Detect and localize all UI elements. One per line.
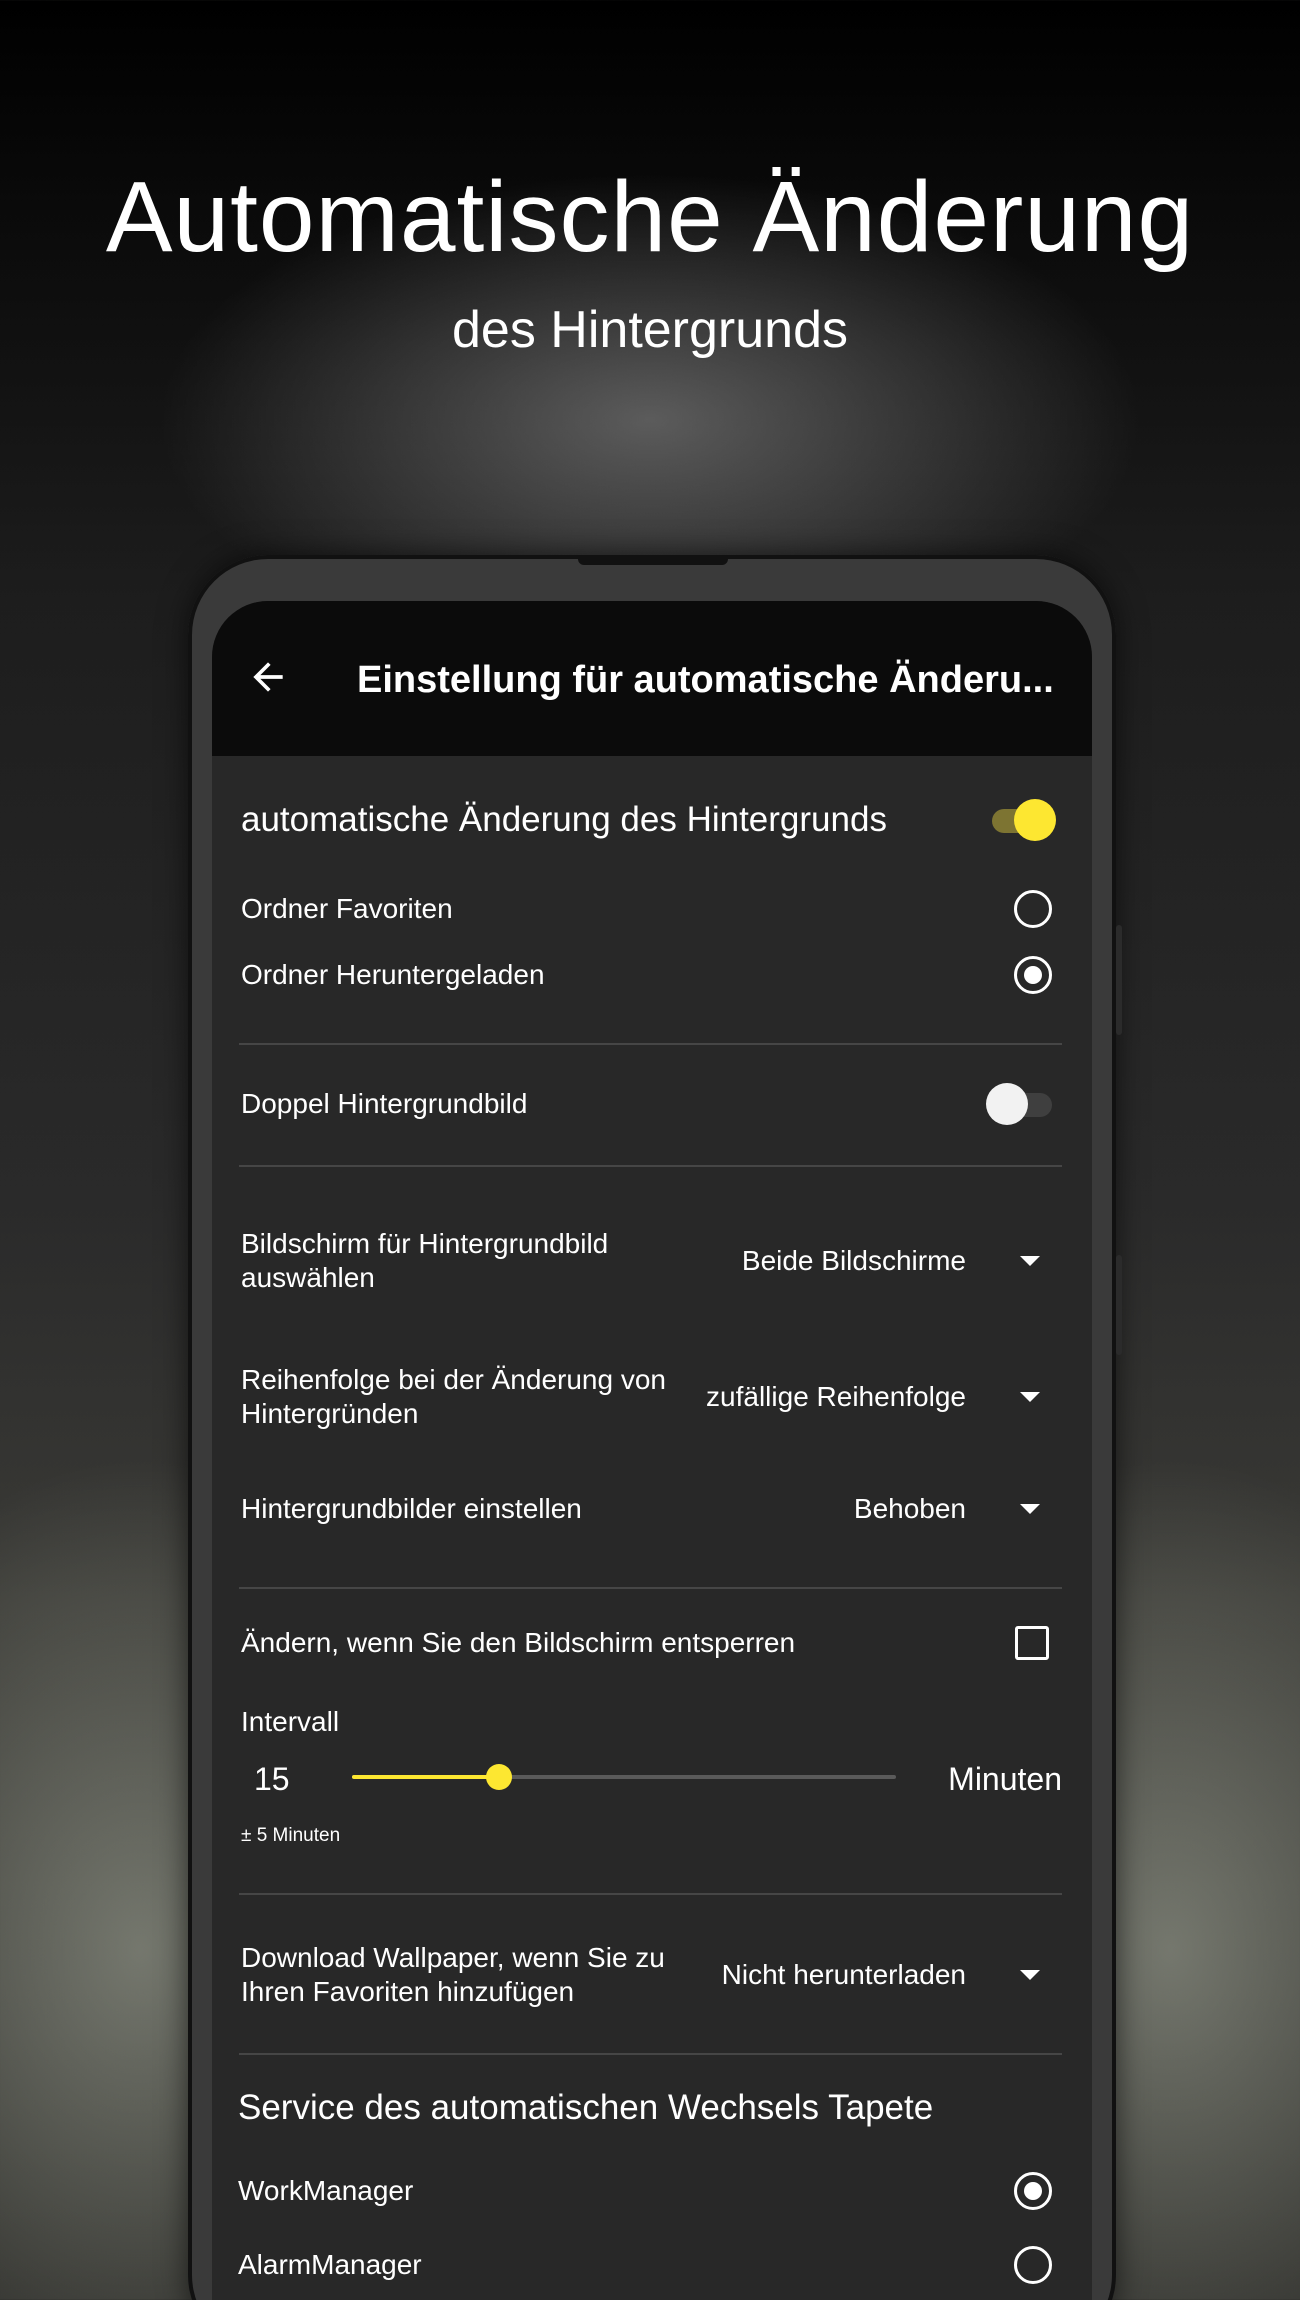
alarmmanager-radio[interactable] xyxy=(1014,2246,1052,2284)
screen-select-row[interactable]: Bildschirm für Hintergrundbild auswählen… xyxy=(212,1225,1092,1297)
download-select-label: Download Wallpaper, wenn Sie zu Ihren Fa… xyxy=(241,1942,665,2007)
download-select-value[interactable]: Nicht herunterladen xyxy=(722,1958,966,1992)
service-section-title: Service des automatischen Wechsels Tapet… xyxy=(238,2088,934,2127)
dropdown-arrow-icon[interactable] xyxy=(1020,1504,1040,1514)
screen-select-value[interactable]: Beide Bildschirme xyxy=(742,1244,966,1278)
dropdown-arrow-icon[interactable] xyxy=(1020,1392,1040,1402)
order-select-label: Reihenfolge bei der Änderung von Hinterg… xyxy=(241,1364,666,1429)
dropdown-arrow-icon[interactable] xyxy=(1020,1970,1040,1980)
service-option-alarmmanager[interactable]: AlarmManager xyxy=(212,2243,1092,2287)
interval-unit: Minuten xyxy=(948,1761,1062,1797)
phone-speaker xyxy=(578,555,728,565)
folder-option-label: Ordner Heruntergeladen xyxy=(241,959,545,990)
phone-side-button xyxy=(1116,1255,1122,1355)
auto-change-row[interactable]: automatische Änderung des Hintergrunds xyxy=(212,793,1092,849)
set-wallpapers-label: Hintergrundbilder einstellen xyxy=(241,1493,582,1524)
interval-label: Intervall xyxy=(241,1706,340,1737)
double-wallpaper-label: Doppel Hintergrundbild xyxy=(241,1088,528,1119)
folder-option-label: Ordner Favoriten xyxy=(241,893,453,924)
app-bar: Einstellung für automatische Änderu... xyxy=(212,601,1092,756)
divider xyxy=(239,1893,1062,1895)
auto-change-toggle[interactable] xyxy=(986,798,1056,844)
double-wallpaper-row[interactable]: Doppel Hintergrundbild xyxy=(212,1079,1092,1129)
unlock-change-checkbox[interactable] xyxy=(1015,1626,1049,1660)
double-wallpaper-toggle[interactable] xyxy=(986,1082,1056,1128)
app-bar-title: Einstellung für automatische Änderu... xyxy=(357,659,1054,701)
set-wallpapers-value[interactable]: Behoben xyxy=(854,1492,966,1526)
folder-option-favorites[interactable]: Ordner Favoriten xyxy=(212,887,1092,931)
download-select-row[interactable]: Download Wallpaper, wenn Sie zu Ihren Fa… xyxy=(212,1939,1092,2011)
divider xyxy=(239,1043,1062,1045)
order-select-value[interactable]: zufällige Reihenfolge xyxy=(706,1380,966,1414)
service-option-label: WorkManager xyxy=(238,2175,414,2206)
auto-change-label: automatische Änderung des Hintergrunds xyxy=(241,800,887,839)
promo-headline: Automatische Änderung xyxy=(105,161,1195,273)
divider xyxy=(239,2053,1062,2055)
phone-frame: Einstellung für automatische Änderu... a… xyxy=(188,555,1122,2300)
divider xyxy=(239,1587,1062,1589)
back-arrow-icon[interactable] xyxy=(246,655,290,699)
dropdown-arrow-icon[interactable] xyxy=(1020,1256,1040,1266)
slider-knob[interactable] xyxy=(486,1764,512,1790)
settings-screen: Einstellung für automatische Änderu... a… xyxy=(212,601,1092,2300)
set-wallpapers-row[interactable]: Hintergrundbilder einstellen Behoben xyxy=(212,1487,1092,1531)
divider xyxy=(239,1165,1062,1167)
workmanager-radio[interactable] xyxy=(1014,2172,1052,2210)
phone-side-button xyxy=(1116,925,1122,1035)
service-option-workmanager[interactable]: WorkManager xyxy=(212,2169,1092,2213)
screen-select-label: Bildschirm für Hintergrundbild auswählen xyxy=(241,1228,609,1293)
interval-value: 15 xyxy=(254,1761,290,1797)
service-option-label: AlarmManager xyxy=(238,2249,422,2280)
folder-favorites-radio[interactable] xyxy=(1014,890,1052,928)
folder-downloaded-radio[interactable] xyxy=(1014,956,1052,994)
unlock-change-label: Ändern, wenn Sie den Bildschirm entsperr… xyxy=(241,1627,796,1658)
order-select-row[interactable]: Reihenfolge bei der Änderung von Hinterg… xyxy=(212,1361,1092,1433)
toggle-thumb xyxy=(986,1083,1028,1125)
interval-slider[interactable] xyxy=(352,1762,896,1792)
toggle-thumb xyxy=(1014,799,1056,841)
slider-fill xyxy=(352,1775,499,1779)
interval-hint: ± 5 Minuten xyxy=(241,1825,341,1846)
folder-option-downloaded[interactable]: Ordner Heruntergeladen xyxy=(212,953,1092,997)
unlock-change-row[interactable]: Ändern, wenn Sie den Bildschirm entsperr… xyxy=(212,1621,1092,1665)
promo-subheadline: des Hintergrunds xyxy=(452,301,848,359)
